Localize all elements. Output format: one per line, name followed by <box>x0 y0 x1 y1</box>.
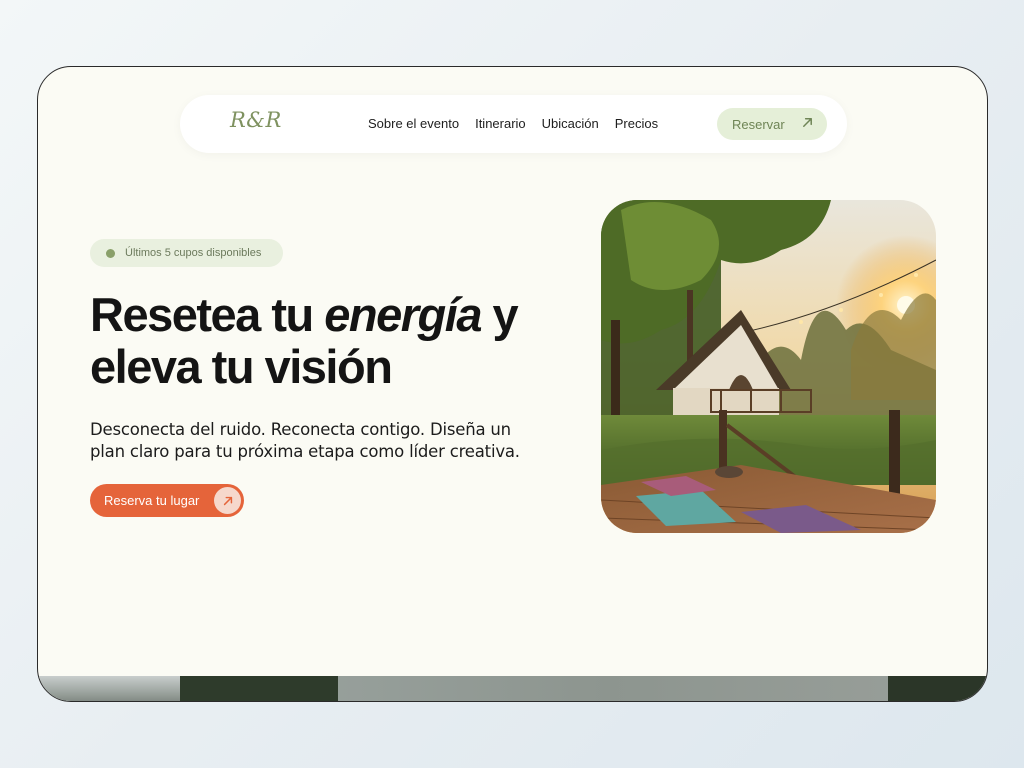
preview-haze <box>38 676 180 701</box>
hero-image-retreat-cabin <box>601 200 936 533</box>
reservar-button[interactable]: Reservar <box>717 108 827 140</box>
headline-emphasis: energía <box>324 288 482 341</box>
hero-headline: Resetea tu energía y eleva tu visión <box>90 289 550 393</box>
retreat-cabin-illustration <box>601 200 936 533</box>
reserva-tu-lugar-button[interactable]: Reserva tu lugar <box>90 484 244 517</box>
top-navbar: R&R Sobre el evento Itinerario Ubicación… <box>180 95 847 153</box>
cta-arrow-circle <box>214 487 241 514</box>
status-dot-icon <box>106 248 115 258</box>
reservar-button-label: Reservar <box>732 116 785 132</box>
cta-label: Reserva tu lugar <box>104 493 200 508</box>
preview-tree-left <box>180 676 338 701</box>
page-frame: R&R Sobre el evento Itinerario Ubicación… <box>37 66 988 702</box>
nav-link-ubicacion[interactable]: Ubicación <box>542 116 599 131</box>
headline-part1: Resetea tu <box>90 288 325 341</box>
preview-tree-right <box>888 676 987 701</box>
nav-link-sobre-el-evento[interactable]: Sobre el evento <box>368 116 459 131</box>
availability-badge: Últimos 5 cupos disponibles <box>90 239 283 267</box>
arrow-up-right-icon <box>223 496 232 505</box>
arrow-up-right-icon <box>803 118 812 127</box>
hero-subtitle: Desconecta del ruido. Reconecta contigo.… <box>90 420 520 461</box>
brand-logo[interactable]: R&R <box>230 108 282 132</box>
nav-links: Sobre el evento Itinerario Ubicación Pre… <box>368 116 658 131</box>
availability-badge-text: Últimos 5 cupos disponibles <box>125 247 262 259</box>
nav-link-precios[interactable]: Precios <box>615 116 658 131</box>
next-section-preview <box>38 676 987 701</box>
nav-link-itinerario[interactable]: Itinerario <box>475 116 526 131</box>
